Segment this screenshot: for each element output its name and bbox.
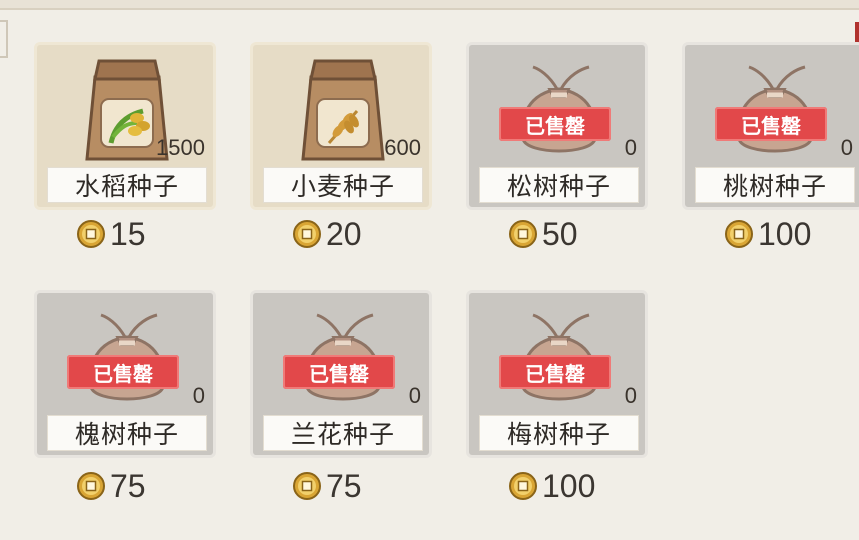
item-name: 槐树种子 [47,415,207,451]
stock-count: 0 [624,383,637,408]
copper-coin-icon [293,472,321,500]
copper-coin-icon [509,220,537,248]
sold-out-badge: 已售罄 [499,107,611,141]
stock-count: 1500 [156,135,205,160]
price-value: 75 [110,467,146,504]
sold-out-badge: 已售罄 [499,355,611,389]
stock-count: 0 [624,135,637,160]
item-name: 桃树种子 [695,167,855,203]
item-card[interactable]: 已售罄 0 松树种子 [466,42,648,210]
item-name: 松树种子 [479,167,639,203]
shop-item-orchid-seed[interactable]: 已售罄 0 兰花种子 75 [228,290,444,540]
stock-count: 600 [384,135,421,160]
item-price: 50 [508,214,578,254]
seed-shop-grid: 1500 水稻种子 15 600 小麦种子 20 已售罄 0 松树种子 50 已… [0,0,859,524]
item-price: 75 [76,466,146,506]
item-card[interactable]: 已售罄 0 梅树种子 [466,290,648,458]
item-card[interactable]: 已售罄 0 兰花种子 [250,290,432,458]
item-price: 100 [508,466,595,506]
shop-item-wheat-seed[interactable]: 600 小麦种子 20 [228,42,444,292]
item-price: 75 [292,466,362,506]
stock-count: 0 [408,383,421,408]
item-card[interactable]: 已售罄 0 槐树种子 [34,290,216,458]
shop-item-pine-seed[interactable]: 已售罄 0 松树种子 50 [444,42,660,292]
item-card[interactable]: 600 小麦种子 [250,42,432,210]
copper-coin-icon [509,472,537,500]
price-value: 100 [758,215,812,252]
copper-coin-icon [77,220,105,248]
shop-item-rice-seed[interactable]: 1500 水稻种子 15 [12,42,228,292]
sold-out-badge: 已售罄 [715,107,827,141]
stock-count: 0 [840,135,853,160]
item-name: 小麦种子 [263,167,423,203]
shop-item-plum-seed[interactable]: 已售罄 0 梅树种子 100 [444,290,660,540]
copper-coin-icon [293,220,321,248]
wheat-seed-bag-icon [301,59,385,161]
shop-item-pagoda-tree-seed[interactable]: 已售罄 0 槐树种子 75 [12,290,228,540]
item-name: 梅树种子 [479,415,639,451]
item-name: 兰花种子 [263,415,423,451]
sold-out-badge: 已售罄 [67,355,179,389]
price-value: 100 [542,467,596,504]
price-value: 75 [326,467,362,504]
price-value: 15 [110,215,146,252]
stock-count: 0 [192,383,205,408]
item-card[interactable]: 已售罄 0 桃树种子 [682,42,859,210]
item-price: 15 [76,214,146,254]
copper-coin-icon [725,220,753,248]
price-value: 50 [542,215,578,252]
sold-out-badge: 已售罄 [283,355,395,389]
item-name: 水稻种子 [47,167,207,203]
copper-coin-icon [77,472,105,500]
price-value: 20 [326,215,362,252]
shop-item-peach-seed[interactable]: 已售罄 0 桃树种子 100 [660,42,859,292]
item-price: 20 [292,214,362,254]
item-price: 100 [724,214,811,254]
item-card[interactable]: 1500 水稻种子 [34,42,216,210]
